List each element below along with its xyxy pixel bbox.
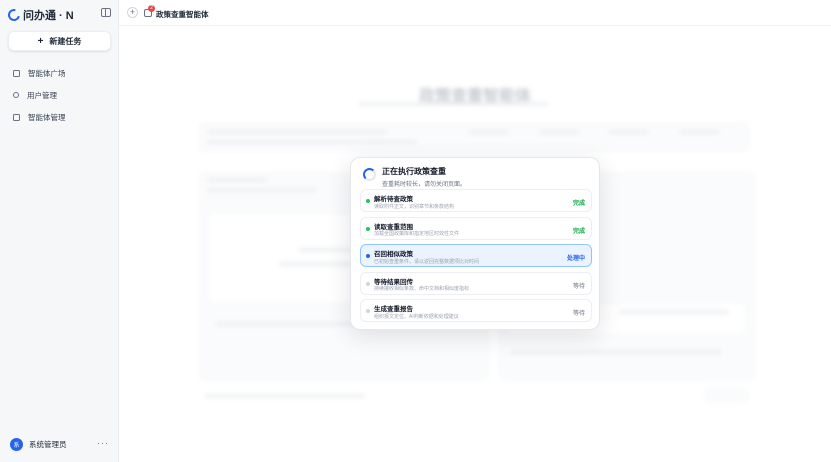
step-title: 召回相似政策	[374, 251, 413, 258]
modal-description: 查重耗时较长，请勿关闭页面。	[382, 182, 467, 188]
status-dot-icon	[366, 199, 370, 203]
text-line	[469, 130, 509, 134]
status-dot-icon	[366, 254, 370, 258]
sidebar-item-label: 智能体广场	[28, 68, 66, 78]
user-name: 系统管理员	[29, 440, 67, 449]
sidebar-item-user-management[interactable]: 用户管理	[8, 84, 111, 106]
subtitle-line	[359, 102, 549, 106]
status-dot-icon	[366, 309, 370, 313]
step-item: 等待结果回传 持续接收相似条款、命中文档和相似度指标 等待	[360, 271, 592, 295]
text-line	[609, 130, 649, 134]
step-title: 等待结果回传	[374, 278, 413, 286]
text-line	[539, 130, 579, 134]
text-line	[679, 130, 719, 134]
grid-icon	[13, 69, 20, 77]
step-title: 读取查重范围	[374, 223, 413, 231]
status-dot-icon	[366, 226, 370, 231]
text-line	[205, 394, 365, 398]
progress-modal: 正在执行政策查重 查重耗时较长，请勿关闭页面。 解析待查政策 读取附件正文，识别…	[350, 157, 600, 330]
step-item: 生成查重报告 组织报文定位、AI判断依据和处理建议 等待	[360, 299, 592, 322]
step-description: 持续接收相似条款、命中文档和相似度指标	[374, 286, 470, 292]
add-tab-button[interactable]: +	[127, 7, 138, 18]
plus-icon: +	[37, 35, 44, 47]
app-logo[interactable]: 问办通 · N	[5, 6, 74, 24]
step-title: 生成查重报告	[374, 306, 413, 313]
step-status: 完成	[572, 228, 585, 235]
modal-title: 正在执行政策查重	[382, 167, 446, 176]
step-item: 解析待查政策 读取附件正文，识别章节和条款结构 完成	[360, 189, 592, 212]
step-status: 等待	[572, 311, 585, 317]
agent-icon	[13, 113, 20, 121]
new-task-label: 新建任务	[49, 36, 82, 46]
sidebar-item-label: 用户管理	[27, 90, 57, 100]
step-description: 组织报文定位、AI判断依据和处理建议	[374, 313, 459, 320]
top-bar: + 2 政策查重智能体	[119, 0, 831, 26]
user-icon	[13, 92, 19, 98]
new-task-button[interactable]: + 新建任务	[8, 31, 111, 51]
step-status: 处理中	[566, 256, 585, 262]
step-status: 等待	[572, 283, 585, 290]
step-list: 解析待查政策 读取附件正文，识别章节和条款结构 完成 读取查重范围 加载全国政策…	[360, 189, 592, 327]
current-user[interactable]: 系 系统管理员	[10, 438, 67, 451]
step-item: 读取查重范围 加载全国政策库和指定地区时效性文件 完成	[360, 216, 592, 240]
sidebar: 问办通 · N + 新建任务 智能体广场 用户管理 智能体管理 系 系统管理员 …	[0, 0, 119, 462]
sidebar-item-label: 智能体管理	[28, 112, 66, 122]
text-line	[207, 178, 267, 182]
loading-spinner-icon	[363, 168, 376, 181]
step-status: 完成	[572, 201, 585, 207]
text-line	[207, 188, 317, 192]
background-card	[199, 122, 749, 152]
text-line	[207, 140, 417, 144]
text-line	[207, 130, 387, 134]
sidebar-item-agent-square[interactable]: 智能体广场	[8, 62, 111, 84]
step-description: 已初始查重条件，请以返回完整数据项比对时间	[374, 258, 480, 265]
step-item: 召回相似政策 已初始查重条件，请以返回完整数据项比对时间 处理中	[360, 244, 592, 267]
tab-title[interactable]: 政策查重智能体	[156, 9, 209, 20]
sidebar-item-agent-management[interactable]: 智能体管理	[8, 106, 111, 128]
step-description: 加载全国政策库和指定地区时效性文件	[374, 231, 460, 237]
notification-badge: 2	[148, 5, 155, 12]
step-description: 读取附件正文，识别章节和条款结构	[374, 203, 455, 210]
logo-text: 问办通 · N	[23, 10, 74, 22]
step-title: 解析待查政策	[374, 196, 413, 203]
sidebar-nav: 智能体广场 用户管理 智能体管理	[8, 62, 111, 128]
more-options-icon[interactable]: ···	[97, 438, 109, 448]
logo-icon	[5, 6, 23, 24]
modal-header: 正在执行政策查重 查重耗时较长，请勿关闭页面。	[363, 166, 466, 188]
sidebar-collapse-icon[interactable]	[101, 8, 111, 17]
text-line	[511, 350, 721, 354]
avatar: 系	[10, 438, 23, 451]
status-dot-icon	[366, 281, 370, 286]
background-button	[705, 388, 749, 402]
text-line	[619, 310, 729, 314]
